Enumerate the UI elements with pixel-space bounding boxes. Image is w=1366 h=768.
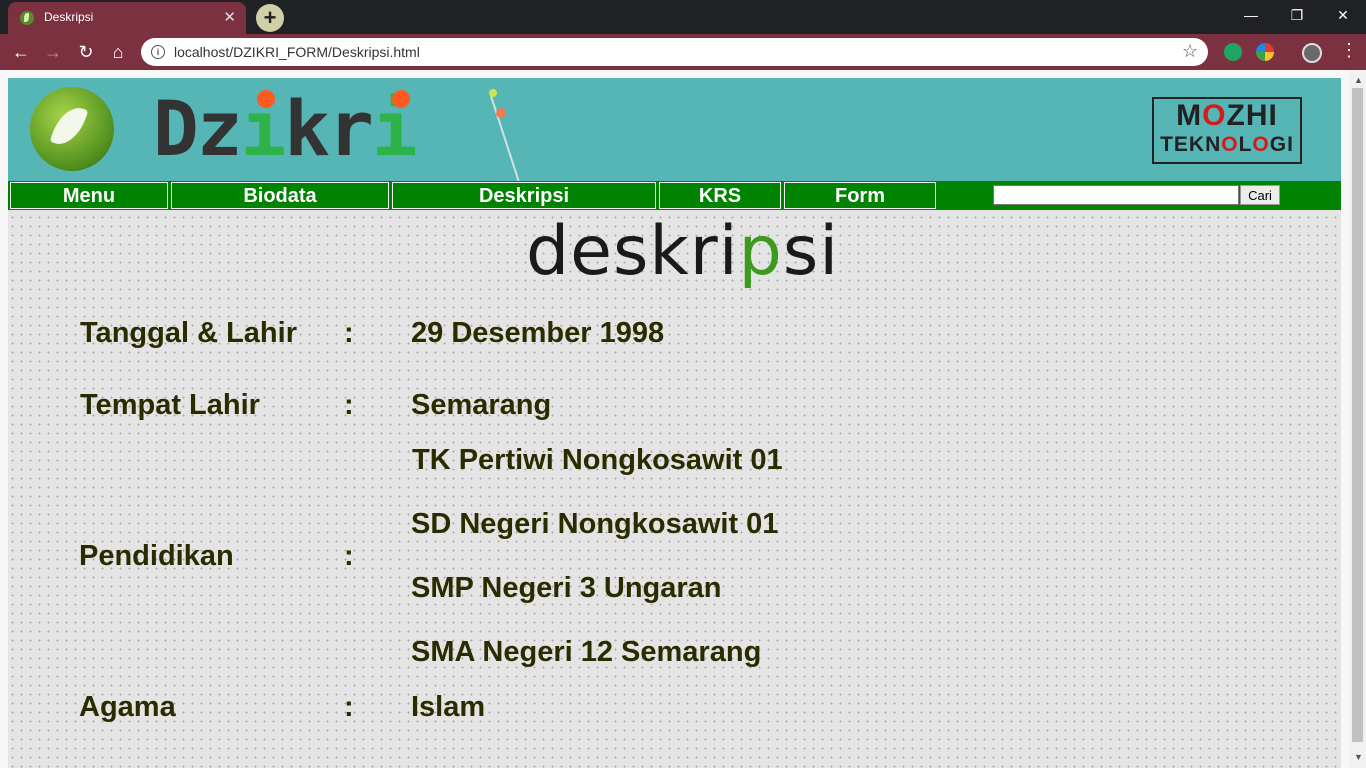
pin-dot-decoration xyxy=(496,108,506,118)
info-icon[interactable]: i xyxy=(151,45,165,59)
color-extension-icon[interactable] xyxy=(1256,43,1274,61)
url-text: localhost/DZIKRI_FORM/Deskripsi.html xyxy=(174,44,420,60)
pendidikan-value-tk: TK Pertiwi Nongkosawit 01 xyxy=(412,444,783,476)
tempat-label: Tempat Lahir xyxy=(80,389,260,421)
address-bar[interactable]: i localhost/DZIKRI_FORM/Deskripsi.html ☆ xyxy=(141,38,1208,66)
scroll-down-icon[interactable]: ▼ xyxy=(1354,752,1363,762)
minimize-button[interactable]: — xyxy=(1228,0,1274,30)
new-tab-button[interactable]: + xyxy=(256,4,284,32)
agama-value: Islam xyxy=(411,691,486,723)
pin-dot-decoration xyxy=(489,89,497,97)
back-button[interactable]: ← xyxy=(9,41,33,63)
colon: : xyxy=(344,317,354,349)
grammarly-extension-icon[interactable] xyxy=(1224,43,1242,61)
colon: : xyxy=(344,540,354,572)
tanggal-label: Tanggal & Lahir xyxy=(80,317,297,349)
leaf-logo-icon xyxy=(30,87,114,171)
page-title: deskripsi xyxy=(526,212,840,291)
page-content: Dzikri MOZHI TEKNOLOGI Menu Biodata Desk… xyxy=(8,78,1341,768)
nav-item-form[interactable]: Form xyxy=(784,182,936,209)
nav-item-krs[interactable]: KRS xyxy=(659,182,781,209)
pendidikan-value-sd: SD Negeri Nongkosawit 01 xyxy=(411,508,779,540)
search-button[interactable]: Cari xyxy=(1240,185,1280,205)
pendidikan-value-smp: SMP Negeri 3 Ungaran xyxy=(411,572,722,604)
tempat-value: Semarang xyxy=(411,389,552,421)
scrollbar-thumb[interactable] xyxy=(1352,88,1363,742)
page-viewport: Dzikri MOZHI TEKNOLOGI Menu Biodata Desk… xyxy=(0,70,1350,768)
colon: : xyxy=(344,691,354,723)
nav-item-menu[interactable]: Menu xyxy=(10,182,168,209)
browser-tab[interactable]: Deskripsi ✕ xyxy=(8,2,246,34)
site-header: Dzikri MOZHI TEKNOLOGI xyxy=(8,78,1341,184)
brand-dot-decoration xyxy=(392,90,410,108)
pendidikan-label: Pendidikan xyxy=(79,540,234,572)
tanggal-value: 29 Desember 1998 xyxy=(411,317,665,349)
browser-menu-icon[interactable]: ⋮ xyxy=(1340,40,1358,61)
vertical-scrollbar[interactable]: ▲ ▼ xyxy=(1350,70,1366,768)
agama-label: Agama xyxy=(79,691,176,723)
search-input[interactable] xyxy=(993,185,1239,205)
partner-logo: MOZHI TEKNOLOGI xyxy=(1152,97,1302,164)
site-brand: Dzikri xyxy=(153,84,418,173)
restore-button[interactable]: ❐ xyxy=(1274,0,1320,30)
forward-button[interactable]: → xyxy=(41,41,65,63)
pin-decoration xyxy=(490,95,521,184)
main-nav: Menu Biodata Deskripsi KRS Form Cari xyxy=(8,181,1341,210)
close-window-button[interactable]: ✕ xyxy=(1320,0,1366,30)
tab-title: Deskripsi xyxy=(44,10,94,24)
profile-avatar-icon[interactable] xyxy=(1302,43,1322,63)
home-button[interactable]: ⌂ xyxy=(106,41,130,63)
favicon-icon xyxy=(20,11,34,25)
browser-tabbar: Deskripsi ✕ + — ❐ ✕ xyxy=(0,0,1366,34)
browser-toolbar: ← → ↻ ⌂ i localhost/DZIKRI_FORM/Deskrips… xyxy=(0,34,1366,70)
reload-button[interactable]: ↻ xyxy=(74,41,98,63)
nav-item-biodata[interactable]: Biodata xyxy=(171,182,389,209)
bookmark-star-icon[interactable]: ☆ xyxy=(1182,41,1198,62)
nav-item-deskripsi[interactable]: Deskripsi xyxy=(392,182,656,209)
colon: : xyxy=(344,389,354,421)
brand-dot-decoration xyxy=(257,90,275,108)
scroll-up-icon[interactable]: ▲ xyxy=(1354,75,1363,85)
pendidikan-value-sma: SMA Negeri 12 Semarang xyxy=(411,636,762,668)
tab-close-icon[interactable]: ✕ xyxy=(223,8,236,26)
